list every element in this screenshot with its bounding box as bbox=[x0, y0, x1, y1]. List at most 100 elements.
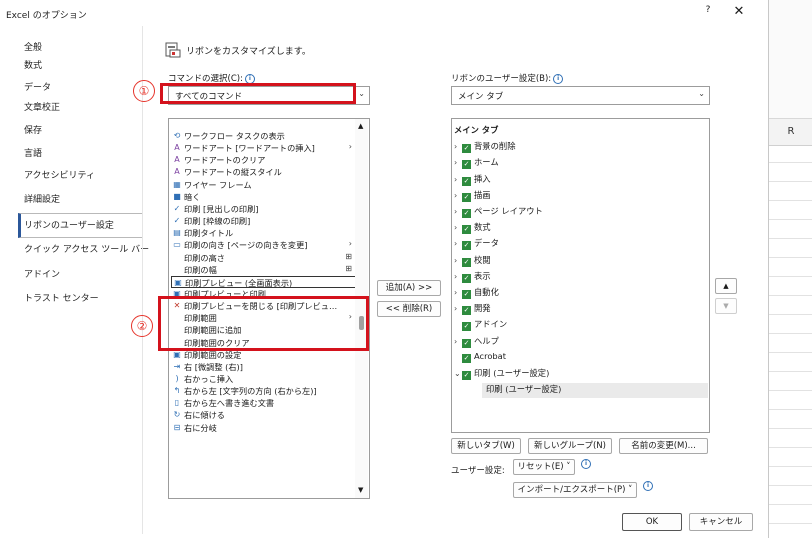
command-item[interactable]: ▯ 右から左へ書き進む文書 bbox=[171, 397, 356, 409]
nav-item[interactable]: 保存 bbox=[24, 123, 42, 136]
chevron-down-icon[interactable]: ⌄ bbox=[454, 369, 462, 378]
ribbon-tab-item[interactable]: › ✓ 校閲 bbox=[454, 254, 491, 268]
command-item[interactable]: ⟲ ワークフロー タスクの表示 bbox=[171, 130, 356, 142]
nav-item[interactable]: クイック アクセス ツール バー bbox=[24, 242, 149, 255]
nav-item[interactable]: アクセシビリティ bbox=[24, 168, 95, 181]
command-icon: A bbox=[174, 143, 180, 153]
ribbon-tab-tree[interactable]: メイン タブ › ✓ 背景の削除 › ✓ ホーム › ✓ 挿入 › ✓ 描画 › ✓ ページ レイアウト › ✓ 数… bbox=[451, 118, 710, 433]
command-item[interactable]: ▤ 印刷タイトル bbox=[171, 227, 356, 239]
checkbox-checked-icon[interactable]: ✓ bbox=[462, 176, 471, 186]
checkbox-checked-icon[interactable]: ✓ bbox=[462, 192, 471, 202]
ribbon-tab-item[interactable]: › ✓ 描画 bbox=[454, 189, 491, 203]
new-group-button[interactable]: 新しいグループ(N) bbox=[528, 438, 612, 454]
move-down-button[interactable]: ▼ bbox=[715, 298, 737, 314]
tree-group-header[interactable]: メイン タブ bbox=[454, 124, 498, 138]
chevron-right-icon[interactable]: › bbox=[454, 223, 462, 232]
checkbox-checked-icon[interactable]: ✓ bbox=[462, 290, 471, 299]
chevron-right-icon[interactable]: › bbox=[454, 191, 462, 200]
nav-item[interactable]: 全般 bbox=[24, 40, 42, 53]
ribbon-tab-item[interactable]: › ✓ ページ レイアウト bbox=[454, 205, 543, 219]
chevron-right-icon[interactable]: › bbox=[454, 142, 462, 151]
command-item[interactable]: ) 右かっこ挿入 bbox=[171, 373, 356, 385]
checkbox-checked-icon[interactable]: ✓ bbox=[462, 273, 471, 283]
nav-item[interactable]: データ bbox=[24, 80, 51, 93]
checkbox-checked-icon[interactable]: ✓ bbox=[462, 209, 471, 218]
close-icon[interactable]: ✕ bbox=[730, 4, 748, 22]
command-item[interactable]: ⇥ 右 [微調整 (右)] bbox=[171, 361, 356, 373]
scroll-down-icon[interactable]: ▼ bbox=[358, 486, 363, 494]
scroll-up-icon[interactable]: ▲ bbox=[358, 122, 363, 130]
checkbox-checked-icon[interactable]: ✓ bbox=[462, 306, 471, 316]
command-item[interactable]: ⊟ 右に分岐 bbox=[171, 422, 356, 434]
ribbon-tab-item[interactable]: › ✓ 数式 bbox=[454, 221, 491, 235]
command-item[interactable]: A ワードアートの縦スタイル bbox=[171, 166, 356, 178]
nav-item[interactable]: 文章校正 bbox=[24, 100, 60, 113]
command-item[interactable]: ■ 暗く bbox=[171, 191, 356, 203]
chevron-right-icon[interactable]: › bbox=[454, 288, 462, 297]
checkbox-checked-icon[interactable]: ✓ bbox=[462, 225, 471, 235]
chevron-right-icon[interactable]: › bbox=[454, 337, 462, 346]
nav-item[interactable]: トラスト センター bbox=[24, 291, 99, 304]
nav-item[interactable]: アドイン bbox=[24, 267, 60, 280]
checkbox-checked-icon[interactable]: ✓ bbox=[462, 371, 471, 380]
info-icon[interactable]: i bbox=[553, 74, 564, 84]
checkbox-checked-icon[interactable]: ✓ bbox=[462, 322, 471, 332]
checkbox-checked-icon[interactable]: ✓ bbox=[462, 338, 471, 348]
checkbox-checked-icon[interactable]: ✓ bbox=[462, 353, 471, 363]
ribbon-tab-item[interactable]: › ✓ 背景の削除 bbox=[454, 140, 516, 154]
chevron-right-icon[interactable]: › bbox=[454, 175, 462, 184]
ok-button[interactable]: OK bbox=[622, 513, 682, 531]
cancel-button[interactable]: キャンセル bbox=[689, 513, 753, 531]
command-item[interactable]: A ワードアート [ワードアートの挿入] › bbox=[171, 142, 356, 154]
import-export-button[interactable]: インポート/エクスポート(P) ˅ bbox=[513, 482, 637, 498]
nav-item[interactable]: 数式 bbox=[24, 58, 42, 71]
command-label: 暗く bbox=[184, 191, 201, 202]
add-button[interactable]: 追加(A) >> bbox=[377, 280, 441, 296]
remove-button[interactable]: << 削除(R) bbox=[377, 301, 441, 317]
ribbon-tab-item[interactable]: › ✓ ホーム bbox=[454, 156, 499, 170]
move-up-button[interactable]: ▲ bbox=[715, 278, 737, 294]
ribbon-tab-item[interactable]: ✓ アドイン bbox=[454, 318, 507, 332]
command-item[interactable]: A ワードアートのクリア bbox=[171, 154, 356, 166]
checkbox-checked-icon[interactable]: ✓ bbox=[462, 144, 471, 154]
command-item[interactable]: ▣ 印刷プレビュー (全画面表示) bbox=[171, 275, 356, 288]
ribbon-tab-item[interactable]: › ✓ 自動化 bbox=[454, 286, 499, 300]
ribbon-tab-item[interactable]: › ✓ データ bbox=[454, 237, 499, 251]
command-item[interactable]: ↻ 右に傾ける bbox=[171, 409, 356, 421]
nav-item[interactable]: 詳細設定 bbox=[24, 192, 60, 205]
checkbox-checked-icon[interactable]: ✓ bbox=[462, 160, 471, 170]
chevron-right-icon[interactable]: › bbox=[454, 207, 462, 216]
command-item[interactable]: ▦ ワイヤー フレーム bbox=[171, 179, 356, 191]
ribbon-tab-item[interactable]: 印刷 (ユーザー設定) bbox=[486, 383, 561, 397]
chevron-right-icon[interactable]: › bbox=[454, 239, 462, 248]
info-icon[interactable]: i bbox=[581, 459, 591, 469]
ribbon-tab-item[interactable]: › ✓ 表示 bbox=[454, 270, 491, 284]
command-item[interactable]: ▭ 印刷の向き [ページの向きを変更] › bbox=[171, 239, 356, 251]
command-item[interactable]: ↰ 右から左 [文字列の方向 (右から左)] bbox=[171, 385, 356, 397]
command-icon: ⊟ bbox=[173, 422, 181, 432]
ribbon-tabs-dropdown[interactable]: メイン タブ ⌄ bbox=[451, 86, 710, 105]
chevron-right-icon[interactable]: › bbox=[454, 272, 462, 281]
command-item[interactable]: ✓ 印刷 [枠線の印刷] bbox=[171, 215, 356, 227]
command-item[interactable]: 印刷の幅 ⊞ bbox=[171, 264, 356, 276]
nav-item[interactable]: 言語 bbox=[24, 146, 42, 159]
help-button[interactable]: ? bbox=[700, 5, 716, 21]
chevron-right-icon[interactable]: › bbox=[454, 256, 462, 265]
rename-button[interactable]: 名前の変更(M)... bbox=[619, 438, 708, 454]
reset-button[interactable]: リセット(E) ˅ bbox=[513, 459, 575, 475]
nav-item[interactable]: リボンのユーザー設定 bbox=[24, 218, 114, 231]
ribbon-tab-item[interactable]: › ✓ 開発 bbox=[454, 302, 491, 316]
ribbon-tab-item[interactable]: ⌄ ✓ 印刷 (ユーザー設定) bbox=[454, 367, 549, 381]
ribbon-tab-item[interactable]: › ✓ ヘルプ bbox=[454, 335, 499, 349]
checkbox-checked-icon[interactable]: ✓ bbox=[462, 257, 471, 267]
checkbox-checked-icon[interactable]: ✓ bbox=[462, 241, 471, 251]
chevron-right-icon[interactable]: › bbox=[454, 158, 462, 167]
ribbon-tab-item[interactable]: ✓ Acrobat bbox=[454, 351, 506, 365]
column-header-r[interactable]: R bbox=[769, 118, 812, 146]
command-item[interactable]: 印刷の高さ ⊞ bbox=[171, 252, 356, 264]
new-tab-button[interactable]: 新しいタブ(W) bbox=[451, 438, 521, 454]
chevron-right-icon[interactable]: › bbox=[454, 304, 462, 313]
ribbon-tab-item[interactable]: › ✓ 挿入 bbox=[454, 173, 491, 187]
info-icon[interactable]: i bbox=[643, 481, 653, 491]
command-item[interactable]: ✓ 印刷 [見出しの印刷] bbox=[171, 203, 356, 215]
